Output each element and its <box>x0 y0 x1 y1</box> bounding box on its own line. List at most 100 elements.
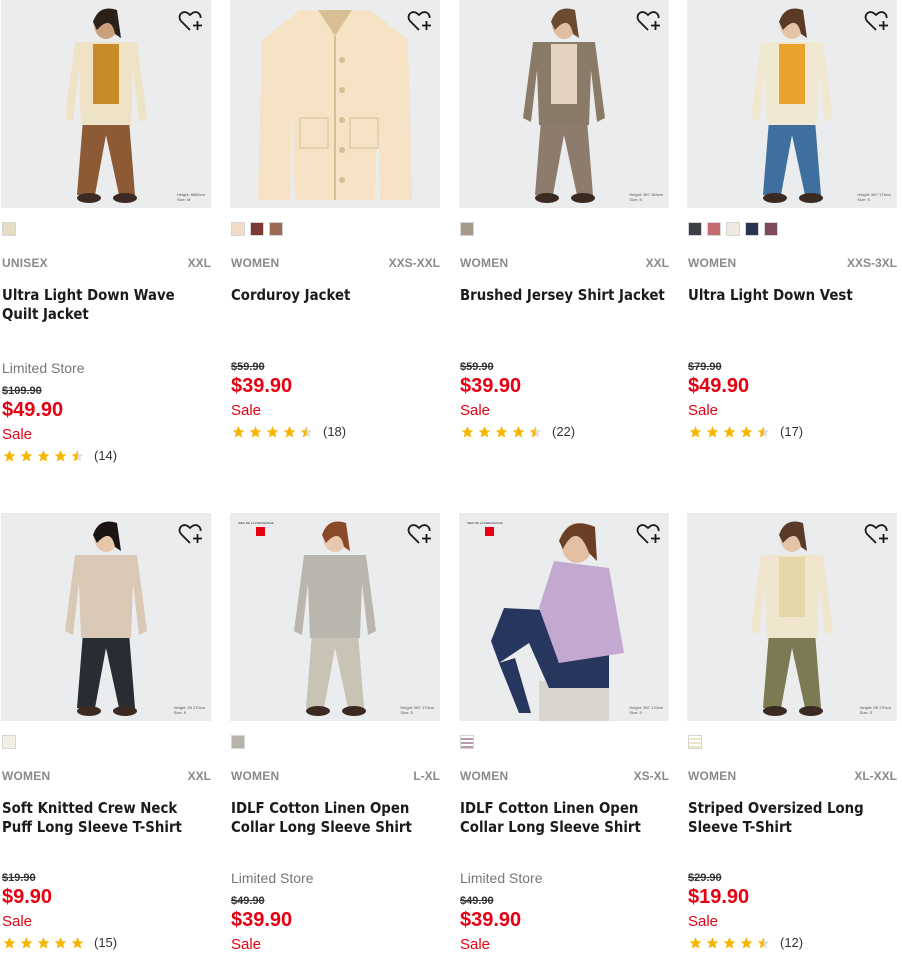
original-price: $109.90 <box>2 385 42 397</box>
color-swatch[interactable] <box>707 222 721 236</box>
measurement-line: Size: S <box>857 197 871 202</box>
star-icon <box>54 936 67 949</box>
brand-logo-mark <box>484 527 494 536</box>
product-card[interactable]: Height: 5ft7 164cm Size: S WOMEN XXL Brushed… <box>459 0 669 441</box>
star-icon <box>266 425 279 438</box>
product-size-range: XS-XL <box>633 769 669 783</box>
star-rating: (18) <box>231 424 346 439</box>
color-swatch[interactable] <box>764 222 778 236</box>
color-swatch[interactable] <box>460 222 474 236</box>
product-name[interactable]: Ultra Light Down Wave Quilt Jacket <box>2 286 212 324</box>
color-swatch[interactable] <box>231 735 245 749</box>
product-image[interactable]: Height: 5ft7 164cm Size: S <box>459 0 669 208</box>
model-measurements: Height: 6ft80cm Size: M <box>177 192 205 202</box>
product-image[interactable]: Height: 5ft 170cm Size: S <box>687 513 897 721</box>
product-card[interactable]: Height: 5ft 170cm Size: S WOMEN XXL Soft Kni… <box>1 513 211 954</box>
wishlist-heart-plus-icon[interactable] <box>407 9 433 33</box>
original-price: $79.90 <box>688 361 722 373</box>
star-icon <box>529 425 542 438</box>
color-swatches <box>2 735 16 749</box>
product-image[interactable]: Height: 5ft7 174cm Size: S <box>687 0 897 208</box>
color-swatch[interactable] <box>745 222 759 236</box>
star-icon <box>706 425 719 438</box>
wishlist-heart-plus-icon[interactable] <box>636 9 662 33</box>
color-swatch[interactable] <box>269 222 283 236</box>
sale-price: $39.90 <box>460 375 522 397</box>
color-swatch[interactable] <box>688 735 702 749</box>
star-rating: (12) <box>688 935 803 950</box>
brand-logo: INES DE LA FRESSANGE <box>467 521 511 536</box>
wishlist-heart-plus-icon[interactable] <box>864 9 890 33</box>
sale-price: $39.90 <box>231 375 293 397</box>
star-icon <box>478 425 491 438</box>
measurement-line: Size: S <box>629 197 643 202</box>
star-icon <box>689 425 702 438</box>
product-photo-model <box>523 8 605 203</box>
model-measurements: Height: 5ft 170cm Size: S <box>860 705 891 715</box>
color-swatch[interactable] <box>250 222 264 236</box>
product-name[interactable]: Soft Knitted Crew Neck Puff Long Sleeve … <box>2 799 212 837</box>
product-gender: WOMEN <box>688 769 737 783</box>
wishlist-heart-plus-icon[interactable] <box>178 9 204 33</box>
product-card[interactable]: Height: 5ft7 174cm Size: S WOMEN XXS-3XL Ult… <box>687 0 897 441</box>
review-count[interactable]: (17) <box>780 424 803 439</box>
product-image[interactable]: Height: 5ft 170cm Size: S <box>1 513 211 721</box>
review-count[interactable]: (12) <box>780 935 803 950</box>
sale-label: Sale <box>688 913 719 930</box>
sale-label: Sale <box>231 936 262 953</box>
product-name[interactable]: Corduroy Jacket <box>231 286 441 305</box>
color-swatches <box>460 222 474 236</box>
color-swatch[interactable] <box>726 222 740 236</box>
sale-price: $19.90 <box>688 886 750 908</box>
product-gender: UNISEX <box>2 256 48 270</box>
color-swatch[interactable] <box>2 222 16 236</box>
model-measurements: Height: 5ft 170cm Size: S <box>174 705 205 715</box>
wishlist-heart-plus-icon[interactable] <box>864 522 890 546</box>
product-card[interactable]: INES DE LA FRESSANGE Height: 5ft7 170cm Si… <box>230 513 440 954</box>
star-icon <box>723 936 736 949</box>
product-name[interactable]: IDLF Cotton Linen Open Collar Long Sleev… <box>231 799 441 837</box>
color-swatch[interactable] <box>688 222 702 236</box>
product-card[interactable]: Height: 5ft 170cm Size: S WOMEN XL-XXL Strip… <box>687 513 897 954</box>
product-gender: WOMEN <box>460 256 509 270</box>
sale-price: $49.90 <box>2 399 64 421</box>
product-image[interactable] <box>230 0 440 208</box>
product-name[interactable]: Ultra Light Down Vest <box>688 286 898 305</box>
model-measurements: Height: 5ft7 174cm Size: S <box>857 192 891 202</box>
sale-label: Sale <box>688 402 719 419</box>
color-swatch[interactable] <box>460 735 474 749</box>
original-price: $59.90 <box>460 361 494 373</box>
review-count[interactable]: (18) <box>323 424 346 439</box>
product-image[interactable]: INES DE LA FRESSANGE Height: 5ft7 170cm Si… <box>459 513 669 721</box>
limited-store-label: Limited Store <box>460 870 543 886</box>
review-count[interactable]: (15) <box>94 935 117 950</box>
product-card[interactable]: WOMEN XXS-XXL Corduroy Jacket $59.90 $39.90 S… <box>230 0 440 441</box>
product-name[interactable]: IDLF Cotton Linen Open Collar Long Sleev… <box>460 799 670 837</box>
review-count[interactable]: (22) <box>552 424 575 439</box>
product-gender: WOMEN <box>460 769 509 783</box>
product-card[interactable]: Height: 6ft80cm Size: M UNISEX XXL Ultra Lig… <box>1 0 212 463</box>
sale-label: Sale <box>460 936 491 953</box>
color-swatch[interactable] <box>231 222 245 236</box>
wishlist-heart-plus-icon[interactable] <box>636 522 662 546</box>
product-name[interactable]: Brushed Jersey Shirt Jacket <box>460 286 670 305</box>
product-image[interactable]: INES DE LA FRESSANGE Height: 5ft7 170cm Si… <box>230 513 440 721</box>
sale-label: Sale <box>460 402 491 419</box>
sale-price: $9.90 <box>2 886 53 908</box>
color-swatches <box>688 735 702 749</box>
product-size-range: XL-XXL <box>854 769 897 783</box>
rating-stars <box>460 425 543 439</box>
rating-stars <box>688 936 771 950</box>
star-icon <box>740 936 753 949</box>
product-card[interactable]: INES DE LA FRESSANGE Height: 5ft7 170cm Si… <box>459 513 669 954</box>
product-size-range: L-XL <box>413 769 440 783</box>
product-image[interactable]: Height: 6ft80cm Size: M <box>1 0 211 208</box>
star-icon <box>20 936 33 949</box>
product-photo-model <box>751 521 833 716</box>
color-swatch[interactable] <box>2 735 16 749</box>
product-name[interactable]: Striped Oversized Long Sleeve T-Shirt <box>688 799 898 837</box>
wishlist-heart-plus-icon[interactable] <box>407 522 433 546</box>
color-swatches <box>231 222 283 236</box>
review-count[interactable]: (14) <box>94 448 117 463</box>
wishlist-heart-plus-icon[interactable] <box>178 522 204 546</box>
